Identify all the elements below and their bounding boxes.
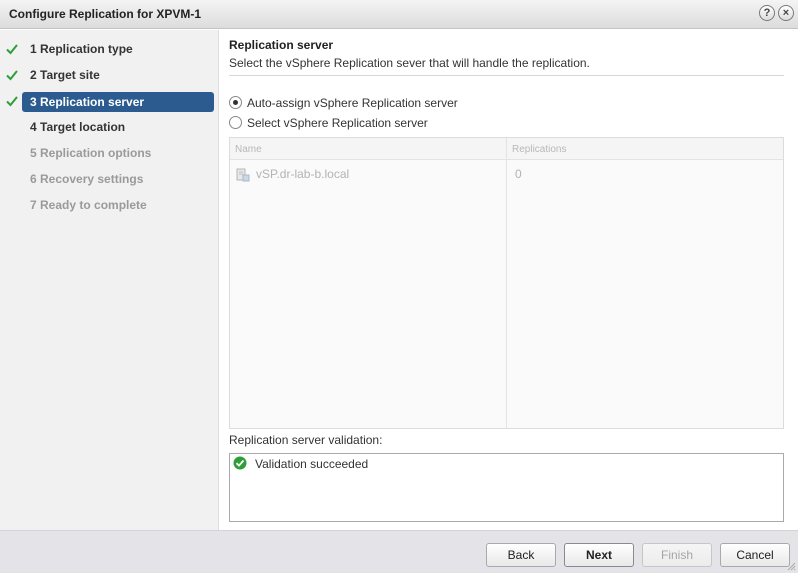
cancel-button[interactable]: Cancel <box>720 543 790 567</box>
wizard-step-target-site[interactable]: 2 Target site <box>22 65 214 85</box>
wizard-content: Replication server Select the vSphere Re… <box>220 30 798 530</box>
wizard-step-replication-type[interactable]: 1 Replication type <box>22 39 214 59</box>
wizard-step-recovery-settings: 6 Recovery settings <box>30 172 144 186</box>
close-icon[interactable]: × <box>778 5 794 21</box>
auto-assign-radio[interactable] <box>229 96 242 109</box>
wizard-step-ready-to-complete: 7 Ready to complete <box>30 198 147 212</box>
dialog-title: Configure Replication for XPVM-1 <box>9 7 202 21</box>
dialog-footer: Back Next Finish Cancel <box>0 530 798 573</box>
checkmark-icon <box>6 96 18 107</box>
help-icon[interactable]: ? <box>759 5 775 21</box>
page-description: Select the vSphere Replication sever tha… <box>229 56 590 70</box>
page-title: Replication server <box>229 38 334 52</box>
column-header-name: Name <box>235 144 262 155</box>
validation-label: Replication server validation: <box>229 433 383 447</box>
column-separator <box>506 138 507 428</box>
validation-result-box: Validation succeeded <box>229 453 784 522</box>
column-header-replications: Replications <box>512 144 567 155</box>
replications-count-cell: 0 <box>515 167 522 181</box>
auto-assign-option[interactable]: Auto-assign vSphere Replication server <box>229 96 458 112</box>
server-name-cell: vSP.dr-lab-b.local <box>256 167 350 181</box>
auto-assign-label: Auto-assign vSphere Replication server <box>247 96 458 110</box>
dialog-titlebar: Configure Replication for XPVM-1 ? × <box>0 0 798 29</box>
select-server-label: Select vSphere Replication server <box>247 116 428 130</box>
wizard-step-replication-options: 5 Replication options <box>30 146 152 160</box>
wizard-step-replication-server[interactable]: 3 Replication server <box>22 92 214 112</box>
server-icon <box>236 168 250 182</box>
next-button[interactable]: Next <box>564 543 634 567</box>
resize-grip-icon[interactable] <box>786 561 796 571</box>
select-server-radio[interactable] <box>229 116 242 129</box>
wizard-steps-sidebar: 1 Replication type 2 Target site 3 Repli… <box>0 30 219 530</box>
checkmark-icon <box>6 44 18 55</box>
back-button[interactable]: Back <box>486 543 556 567</box>
validation-message: Validation succeeded <box>255 457 369 471</box>
wizard-step-target-location[interactable]: 4 Target location <box>22 117 214 137</box>
divider <box>229 75 784 76</box>
select-server-option[interactable]: Select vSphere Replication server <box>229 116 428 132</box>
replication-server-table: Name Replications vSP.dr-lab-b.local 0 <box>229 137 784 429</box>
success-check-icon <box>233 456 247 470</box>
checkmark-icon <box>6 70 18 81</box>
finish-button: Finish <box>642 543 712 567</box>
